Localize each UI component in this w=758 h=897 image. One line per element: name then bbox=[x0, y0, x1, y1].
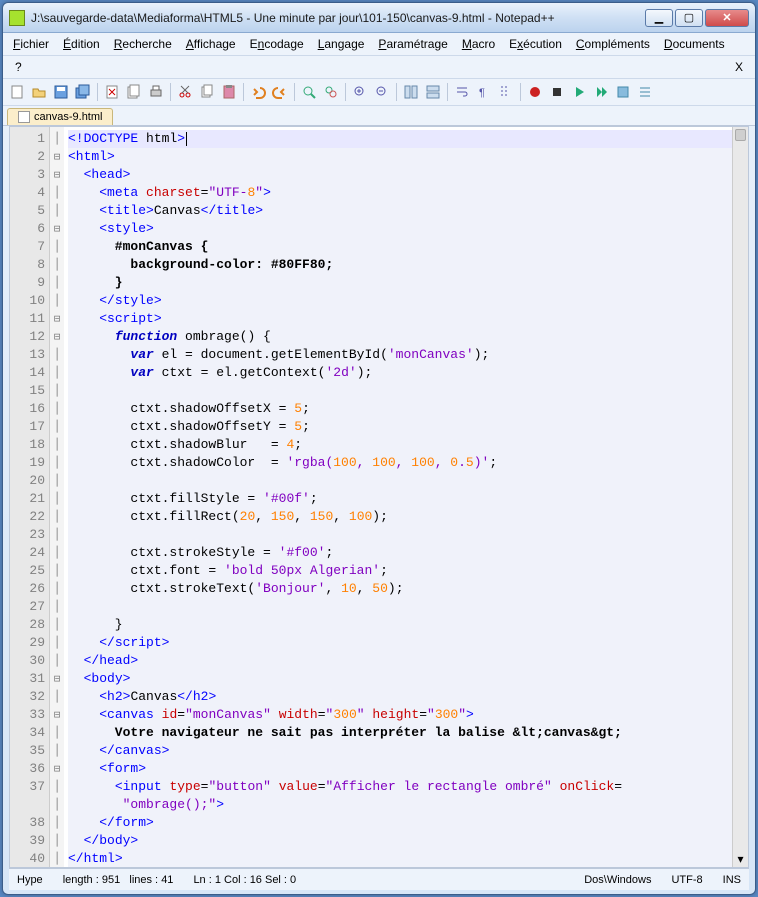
menu-parametrage[interactable]: Paramétrage bbox=[372, 35, 453, 53]
status-length: length : 951 lines : 41 bbox=[63, 874, 174, 886]
menu-fichier[interactable]: Fichier bbox=[7, 35, 55, 53]
sync-v-button[interactable] bbox=[401, 82, 421, 102]
status-insert-mode[interactable]: INS bbox=[723, 874, 741, 886]
save-button[interactable] bbox=[51, 82, 71, 102]
menu-affichage[interactable]: Affichage bbox=[180, 35, 242, 53]
zoom-in-button[interactable] bbox=[350, 82, 370, 102]
macro-play-button[interactable] bbox=[569, 82, 589, 102]
svg-text:¶: ¶ bbox=[479, 87, 485, 99]
maximize-button[interactable]: ▢ bbox=[675, 9, 703, 27]
status-eol: Dos\Windows bbox=[584, 874, 651, 886]
macro-save-button[interactable] bbox=[613, 82, 633, 102]
new-file-button[interactable] bbox=[7, 82, 27, 102]
close-file-button[interactable] bbox=[102, 82, 122, 102]
status-bar: Hype length : 951 lines : 41 Ln : 1 Col … bbox=[9, 868, 749, 890]
macro-record-button[interactable] bbox=[525, 82, 545, 102]
tab-label: canvas-9.html bbox=[34, 111, 102, 123]
app-icon bbox=[9, 10, 25, 26]
menu-recherche[interactable]: Recherche bbox=[108, 35, 178, 53]
toolbar-separator bbox=[294, 83, 295, 101]
toolbar: ¶ bbox=[3, 79, 755, 106]
tab-canvas-9[interactable]: canvas-9.html bbox=[7, 108, 113, 125]
menu-bar-row2: ? X bbox=[3, 56, 755, 79]
menu-x-button[interactable]: X bbox=[729, 58, 749, 76]
toolbar-separator bbox=[396, 83, 397, 101]
close-icon: ✕ bbox=[722, 11, 731, 24]
menu-langage[interactable]: Langage bbox=[312, 35, 371, 53]
minimize-button[interactable]: ▁ bbox=[645, 9, 673, 27]
menu-encodage[interactable]: Encodage bbox=[244, 35, 310, 53]
status-filetype: Hype bbox=[17, 874, 43, 886]
redo-button[interactable] bbox=[270, 82, 290, 102]
menu-help[interactable]: ? bbox=[9, 58, 28, 76]
toolbar-separator bbox=[345, 83, 346, 101]
replace-button[interactable] bbox=[321, 82, 341, 102]
app-window: J:\sauvegarde-data\Mediaforma\HTML5 - Un… bbox=[2, 2, 756, 895]
menu-documents[interactable]: Documents bbox=[658, 35, 731, 53]
close-button[interactable]: ✕ bbox=[705, 9, 749, 27]
save-all-button[interactable] bbox=[73, 82, 93, 102]
maximize-icon: ▢ bbox=[684, 11, 694, 24]
status-encoding: UTF-8 bbox=[671, 874, 702, 886]
status-position: Ln : 1 Col : 16 Sel : 0 bbox=[193, 874, 296, 886]
title-bar[interactable]: J:\sauvegarde-data\Mediaforma\HTML5 - Un… bbox=[3, 3, 755, 33]
show-all-chars-button[interactable]: ¶ bbox=[474, 82, 494, 102]
vertical-scrollbar[interactable]: ▴ ▾ bbox=[732, 127, 748, 867]
toolbar-separator bbox=[97, 83, 98, 101]
cut-button[interactable] bbox=[175, 82, 195, 102]
wordwrap-button[interactable] bbox=[452, 82, 472, 102]
line-number-gutter: 1234567891011121314151617181920212223242… bbox=[10, 127, 50, 867]
window-buttons: ▁ ▢ ✕ bbox=[645, 9, 749, 27]
menu-execution[interactable]: Exécution bbox=[503, 35, 568, 53]
macro-replay-button[interactable] bbox=[591, 82, 611, 102]
tab-bar: canvas-9.html bbox=[3, 106, 755, 126]
minimize-icon: ▁ bbox=[655, 11, 663, 24]
window-title: J:\sauvegarde-data\Mediaforma\HTML5 - Un… bbox=[31, 11, 645, 25]
fold-column[interactable]: │⊟⊟││⊟││││⊟⊟││││││││││││││││││⊟│⊟││⊟││││… bbox=[50, 127, 64, 867]
editor[interactable]: 1234567891011121314151617181920212223242… bbox=[9, 126, 749, 868]
indent-guide-button[interactable] bbox=[496, 82, 516, 102]
scroll-thumb[interactable] bbox=[735, 129, 746, 141]
file-icon bbox=[18, 111, 30, 123]
undo-button[interactable] bbox=[248, 82, 268, 102]
print-button[interactable] bbox=[146, 82, 166, 102]
toolbar-separator bbox=[170, 83, 171, 101]
zoom-out-button[interactable] bbox=[372, 82, 392, 102]
open-file-button[interactable] bbox=[29, 82, 49, 102]
scroll-down-icon[interactable]: ▾ bbox=[733, 851, 748, 867]
code-area[interactable]: <!DOCTYPE html><html> <head> <meta chars… bbox=[64, 127, 732, 867]
toolbar-separator bbox=[447, 83, 448, 101]
find-button[interactable] bbox=[299, 82, 319, 102]
macro-stop-button[interactable] bbox=[547, 82, 567, 102]
toolbar-separator bbox=[243, 83, 244, 101]
menu-complements[interactable]: Compléments bbox=[570, 35, 656, 53]
menu-macro[interactable]: Macro bbox=[456, 35, 501, 53]
menu-bar: Fichier Édition Recherche Affichage Enco… bbox=[3, 33, 755, 56]
menu-edition[interactable]: Édition bbox=[57, 35, 106, 53]
sync-h-button[interactable] bbox=[423, 82, 443, 102]
toolbar-separator bbox=[520, 83, 521, 101]
close-all-button[interactable] bbox=[124, 82, 144, 102]
macro-list-button[interactable] bbox=[635, 82, 655, 102]
copy-button[interactable] bbox=[197, 82, 217, 102]
paste-button[interactable] bbox=[219, 82, 239, 102]
